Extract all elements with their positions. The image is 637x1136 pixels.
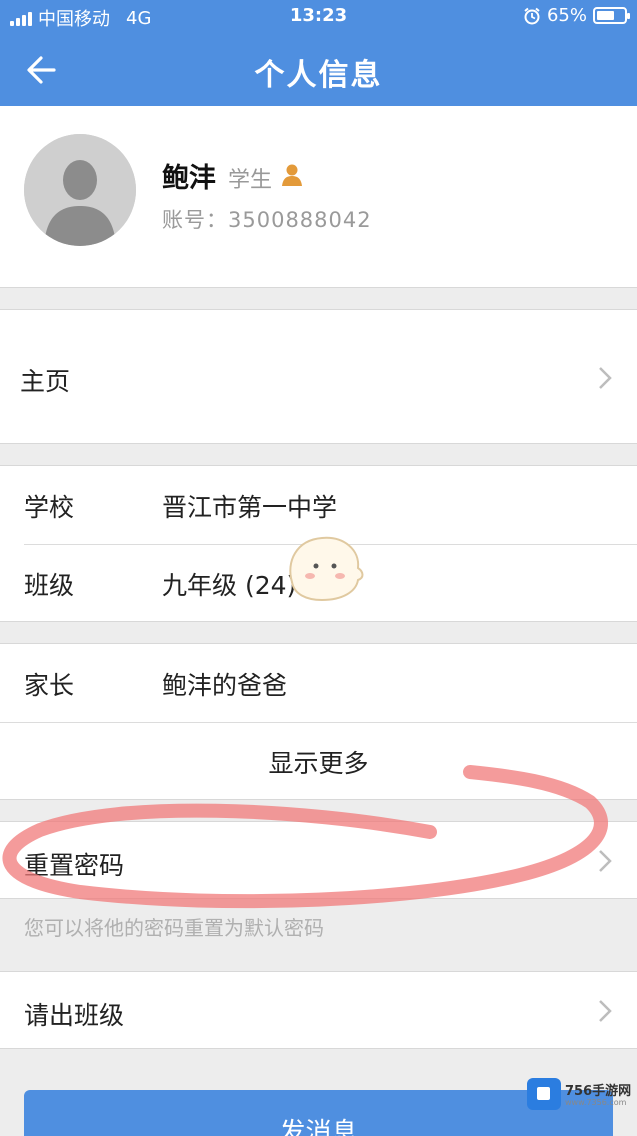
chevron-right-icon <box>599 367 612 389</box>
school-section: 学校 晋江市第一中学 班级 九年级 (24) 班 <box>0 465 637 622</box>
account-number: 3500888042 <box>228 208 372 232</box>
status-bar: 中国移动 4G 13:23 65% <box>0 0 637 32</box>
parent-section: 家长 鲍沣的爸爸 显示更多 <box>0 643 637 800</box>
school-label: 学校 <box>24 493 75 522</box>
class-value: 九年级 (24) 班 <box>162 571 330 600</box>
nav-bar: 个人信息 <box>0 32 637 106</box>
class-row: 班级 九年级 (24) 班 <box>0 544 637 622</box>
send-message-button[interactable]: 发消息 <box>24 1090 613 1136</box>
home-label: 主页 <box>20 367 71 396</box>
watermark-domain: www.7356.com <box>565 1098 627 1107</box>
leave-class-row[interactable]: 请出班级 <box>0 972 637 1050</box>
status-right: 65% <box>523 5 630 26</box>
battery-icon <box>593 7 630 24</box>
watermark-brand: 756手游网 <box>565 1084 632 1099</box>
profile-card: 鲍沣 学生 账号：3500888042 <box>0 106 637 288</box>
top-bar: 中国移动 4G 13:23 65% 个人信息 <box>0 0 637 106</box>
default-avatar-icon <box>24 134 136 246</box>
person-icon <box>282 164 302 186</box>
school-value: 晋江市第一中学 <box>162 493 338 522</box>
chevron-right-icon <box>599 1000 612 1022</box>
page-title: 个人信息 <box>254 58 383 93</box>
alarm-icon <box>524 7 540 24</box>
leave-class-section: 请出班级 <box>0 971 637 1049</box>
home-section: 主页 <box>0 309 637 444</box>
school-row: 学校 晋江市第一中学 <box>0 466 637 544</box>
profile-name: 鲍沣 <box>162 163 216 194</box>
reset-password-label: 重置密码 <box>24 851 125 880</box>
reset-section: 重置密码 <box>0 821 637 899</box>
avatar <box>24 134 136 246</box>
reset-hint: 您可以将他的密码重置为默认密码 <box>24 916 324 940</box>
show-more-button[interactable]: 显示更多 <box>0 722 637 800</box>
parent-label: 家长 <box>24 671 75 700</box>
battery-percent: 65% <box>546 5 587 26</box>
chevron-right-icon <box>599 850 612 872</box>
account-label: 账号： <box>162 208 228 232</box>
leave-class-label: 请出班级 <box>24 1001 125 1030</box>
show-more-label: 显示更多 <box>268 749 369 778</box>
profile-role: 学生 <box>228 168 273 193</box>
home-row[interactable]: 主页 <box>0 310 637 445</box>
class-label: 班级 <box>24 571 75 600</box>
parent-value: 鲍沣的爸爸 <box>162 671 288 700</box>
reset-password-row[interactable]: 重置密码 <box>0 822 637 900</box>
parent-row: 家长 鲍沣的爸爸 <box>0 644 637 722</box>
profile-account: 账号：3500888042 <box>162 204 372 234</box>
watermark-logo: 756手游网 www.7356.com <box>527 1076 633 1112</box>
cube-icon <box>527 1078 561 1110</box>
